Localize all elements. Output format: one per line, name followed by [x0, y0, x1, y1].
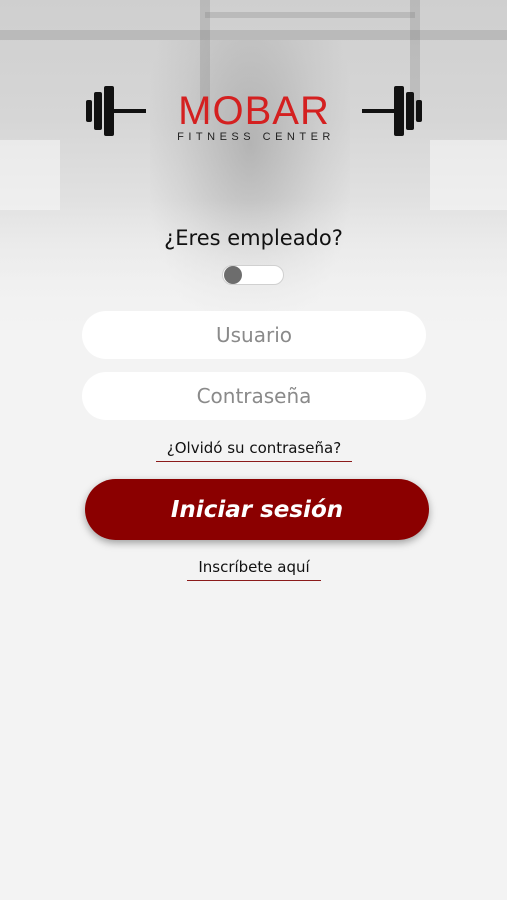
username-input[interactable] — [82, 311, 426, 359]
employee-question: ¿Eres empleado? — [164, 226, 343, 250]
toggle-knob — [224, 266, 242, 284]
hero-background-image — [0, 0, 507, 340]
password-input[interactable] — [82, 372, 426, 420]
login-button[interactable]: Iniciar sesión — [85, 479, 429, 540]
employee-toggle[interactable] — [222, 265, 284, 285]
logo-wordmark: MOBAR — [178, 89, 330, 133]
mobar-logo: MOBAR FITNESS CENTER — [84, 84, 424, 144]
dumbbell-left-icon — [86, 86, 146, 136]
forgot-password-link[interactable]: ¿Olvidó su contraseña? — [156, 439, 352, 462]
dumbbell-right-icon — [362, 86, 422, 136]
signup-link[interactable]: Inscríbete aquí — [187, 558, 321, 581]
logo-tagline: FITNESS CENTER — [177, 131, 335, 143]
